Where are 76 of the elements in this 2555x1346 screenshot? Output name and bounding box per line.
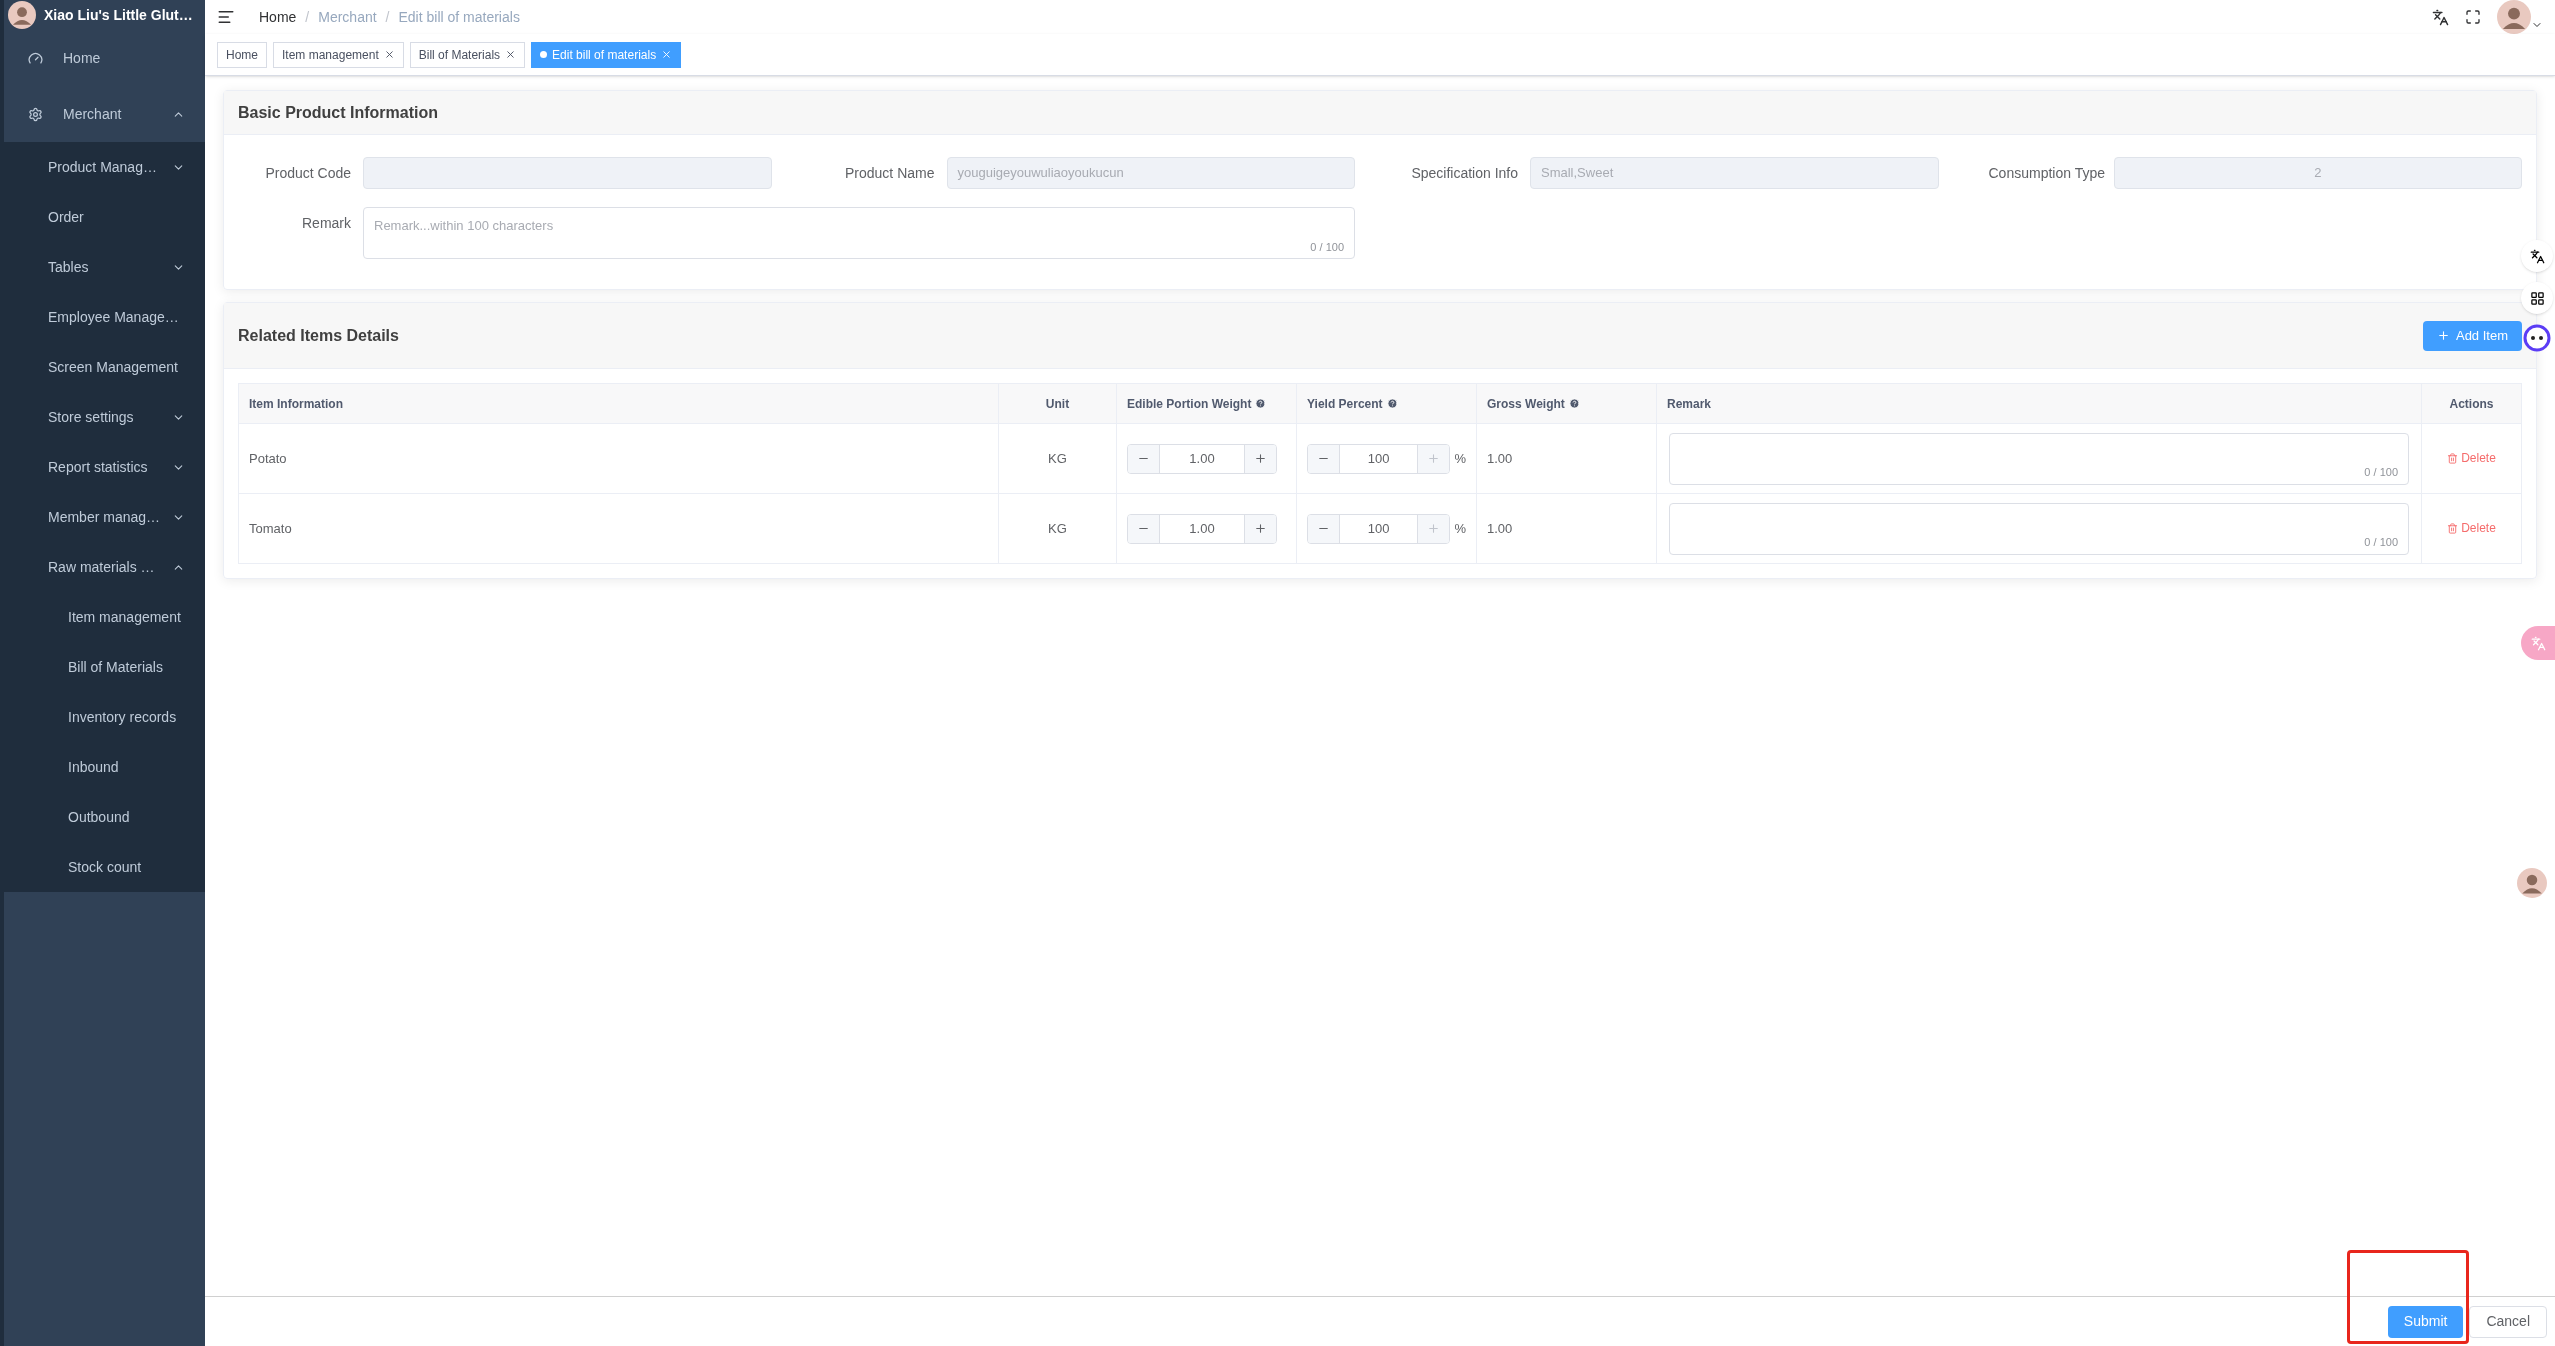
breadcrumb-separator: /: [305, 7, 310, 27]
help-icon[interactable]: [1568, 398, 1580, 409]
section-title: Related Items Details: [238, 325, 399, 346]
help-icon[interactable]: [1255, 398, 1267, 409]
column-header: Yield Percent: [1296, 383, 1477, 424]
menu-icon[interactable]: [217, 8, 235, 26]
column-header: Unit: [998, 383, 1117, 424]
cancel-button[interactable]: Cancel: [2469, 1305, 2547, 1338]
field-label: Product Code: [264, 163, 352, 183]
sidebar-item[interactable]: Inventory records: [4, 692, 205, 742]
table-cell: KG: [998, 423, 1117, 494]
table-cell: KG: [998, 493, 1117, 564]
sidebar-item[interactable]: Store settings: [4, 392, 205, 442]
breadcrumb-separator: /: [385, 7, 390, 27]
sidebar-item[interactable]: Outbound: [4, 792, 205, 842]
character-counter: 0 / 100: [2364, 535, 2398, 550]
robot-face-icon[interactable]: [2523, 324, 2551, 352]
plus-icon: [2436, 329, 2450, 342]
column-header: Item Information: [238, 383, 999, 424]
sidebar-item[interactable]: Employee Manage…: [4, 292, 205, 342]
translate-icon: [2529, 248, 2545, 264]
field-label: Consumption Type: [1988, 163, 2106, 183]
field-label: Specification Info: [1410, 163, 1519, 183]
avatar-icon: [2497, 0, 2531, 34]
page-tab[interactable]: Item management: [273, 41, 404, 68]
translate-icon: [2530, 635, 2546, 651]
column-header: Gross Weight: [1476, 383, 1657, 424]
trash-icon: [2447, 522, 2459, 534]
field-label: Remark: [301, 214, 352, 233]
percent-sign: %: [1454, 519, 1466, 538]
sidebar-item[interactable]: Inbound: [4, 742, 205, 792]
breadcrumb-item: Edit bill of materials: [398, 7, 520, 27]
breadcrumb-item[interactable]: Home: [259, 6, 297, 28]
sidebar-item[interactable]: Member manag…: [4, 492, 205, 542]
translate-bubble-icon[interactable]: [2521, 626, 2555, 660]
translate-icon[interactable]: [2432, 8, 2449, 26]
character-counter: 0 / 100: [2364, 465, 2398, 480]
dashboard-icon: [28, 50, 43, 66]
column-header: Remark: [1656, 383, 2422, 424]
sidebar-item[interactable]: Product Manag…: [4, 142, 205, 192]
help-icon[interactable]: [1386, 398, 1398, 409]
field-label: Product Name: [844, 163, 936, 183]
plus-icon: [1254, 522, 1267, 535]
plus-icon: [1427, 522, 1441, 535]
avatar-icon: [8, 1, 36, 29]
sidebar-item[interactable]: Stock count: [4, 842, 205, 892]
table-cell: 1.00: [1476, 493, 1657, 564]
fullscreen-icon[interactable]: [2465, 9, 2481, 25]
avatar-icon: [2517, 868, 2547, 898]
close-icon[interactable]: [383, 49, 395, 60]
sidebar-item[interactable]: Raw materials …: [4, 542, 205, 592]
sidebar-item[interactable]: Tables: [4, 242, 205, 292]
column-header: Actions: [2421, 383, 2522, 424]
table-cell: 1.00: [1476, 423, 1657, 494]
table-cell: Tomato: [238, 493, 999, 564]
plus-icon: [1254, 452, 1267, 465]
translate-button[interactable]: [2521, 240, 2553, 272]
sidebar-item[interactable]: Bill of Materials: [4, 642, 205, 692]
sidebar-item[interactable]: Item management: [4, 592, 205, 642]
page-tab[interactable]: Bill of Materials: [409, 41, 526, 68]
settings-icon: [28, 106, 43, 122]
percent-sign: %: [1454, 449, 1466, 468]
section-title: Basic Product Information: [238, 102, 439, 123]
page-tab[interactable]: Home: [217, 41, 267, 68]
sidebar-item[interactable]: Screen Management: [4, 342, 205, 392]
close-icon[interactable]: [505, 49, 517, 60]
sidebar-item[interactable]: Report statistics: [4, 442, 205, 492]
apps-button[interactable]: [2521, 282, 2553, 314]
trash-icon: [2447, 452, 2459, 464]
character-counter: 0 / 100: [1310, 239, 1344, 255]
table-cell: Potato: [238, 423, 999, 494]
grid-icon: [2529, 290, 2545, 306]
plus-icon: [1427, 452, 1441, 465]
column-header: Edible Portion Weight: [1116, 383, 1297, 424]
sidebar-item[interactable]: Order: [4, 192, 205, 242]
brand-name: Xiao Liu's Little Glut…: [44, 5, 193, 25]
